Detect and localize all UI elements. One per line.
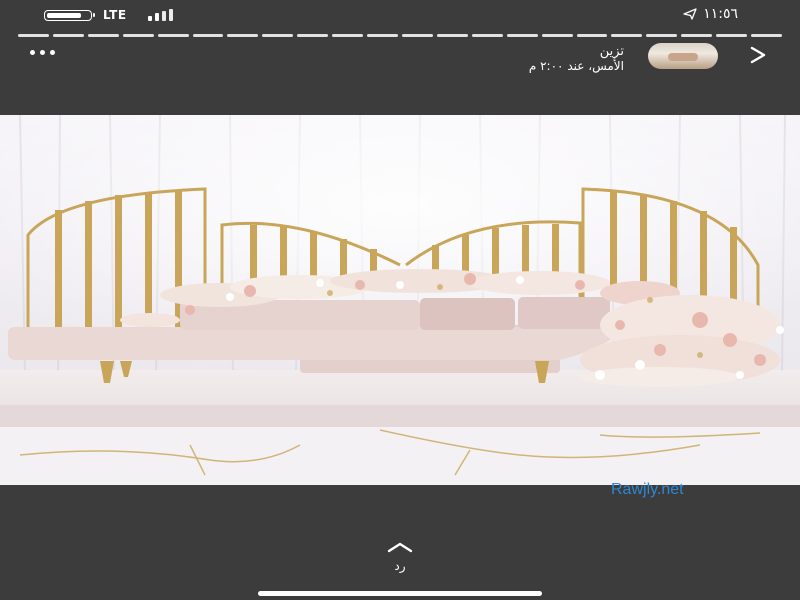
- user-name: تزين: [599, 44, 624, 59]
- location-arrow-icon: [683, 8, 697, 20]
- photo-illustration: [0, 115, 800, 485]
- chevron-left-icon[interactable]: [748, 44, 770, 70]
- story-progress-segment: [646, 34, 678, 37]
- story-progress-segment: [192, 34, 224, 37]
- story-progress-segment: [506, 34, 538, 37]
- story-progress-segment: [157, 34, 189, 37]
- story-progress-segment: [436, 34, 468, 37]
- avatar[interactable]: [648, 43, 718, 69]
- story-progress: [18, 34, 782, 38]
- story-progress-segment: [716, 34, 748, 37]
- story-progress-segment: [262, 34, 294, 37]
- story-progress-segment: [227, 34, 259, 37]
- battery-icon: [44, 10, 95, 21]
- story-progress-segment: [332, 34, 364, 37]
- post-time: الأمس، عند ٢:٠٠ م: [528, 59, 624, 73]
- more-icon[interactable]: [30, 50, 55, 55]
- chevron-up-icon: [370, 538, 430, 557]
- story-user-info[interactable]: تزين الأمس، عند ٢:٠٠ م: [529, 44, 624, 73]
- story-progress-segment: [751, 34, 782, 37]
- story-progress-segment: [87, 34, 119, 37]
- status-time: ١١:٥٦: [703, 6, 738, 22]
- story-progress-segment: [297, 34, 329, 37]
- story-progress-segment: [18, 34, 49, 37]
- story-header: تزين الأمس، عند ٢:٠٠ م: [0, 40, 800, 80]
- story-progress-segment: [471, 34, 503, 37]
- story-progress-segment: [401, 34, 433, 37]
- story-progress-segment: [541, 34, 573, 37]
- story-progress-segment: [52, 34, 84, 37]
- story-progress-segment: [367, 34, 398, 37]
- story-progress-segment: [576, 34, 608, 37]
- story-progress-segment: [681, 34, 713, 37]
- story-photo[interactable]: [0, 115, 800, 485]
- reply-button[interactable]: رد: [370, 538, 430, 573]
- story-progress-segment: [122, 34, 154, 37]
- reply-label: رد: [394, 559, 406, 573]
- status-bar: LTE ١١:٥٦: [0, 0, 800, 32]
- watermark: Rawjly.net: [611, 481, 684, 498]
- home-indicator[interactable]: [258, 591, 542, 596]
- signal-icon: [148, 9, 188, 21]
- story-progress-segment: [611, 34, 643, 37]
- network-type: LTE: [103, 8, 127, 22]
- status-time-wrap: ١١:٥٦: [683, 6, 738, 22]
- battery-level: [47, 13, 81, 18]
